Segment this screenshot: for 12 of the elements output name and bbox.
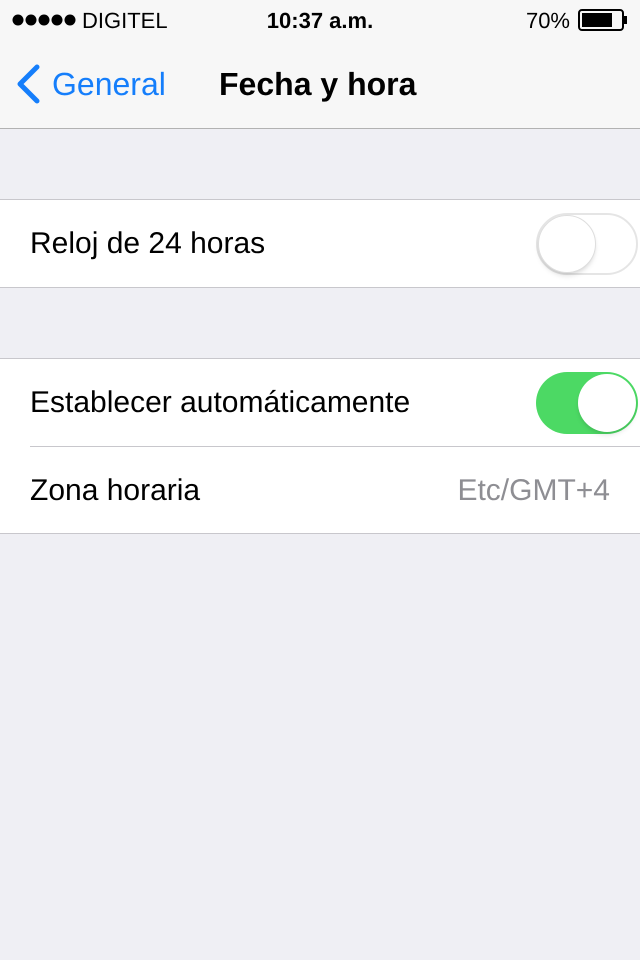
- battery-percent: 70%: [526, 6, 570, 34]
- back-button[interactable]: General: [0, 60, 166, 108]
- status-time: 10:37 a.m.: [266, 6, 374, 34]
- battery-icon: [578, 9, 628, 31]
- row-value: Etc/GMT+4: [457, 472, 610, 508]
- row-label: Establecer automáticamente: [30, 385, 410, 421]
- signal-icon: [12, 14, 76, 26]
- row-label: Zona horaria: [30, 472, 200, 508]
- chevron-left-icon: [16, 64, 40, 104]
- page-title: Fecha y hora: [219, 65, 416, 104]
- carrier-name: DIGITEL: [82, 6, 168, 34]
- row-label: Reloj de 24 horas: [30, 226, 266, 262]
